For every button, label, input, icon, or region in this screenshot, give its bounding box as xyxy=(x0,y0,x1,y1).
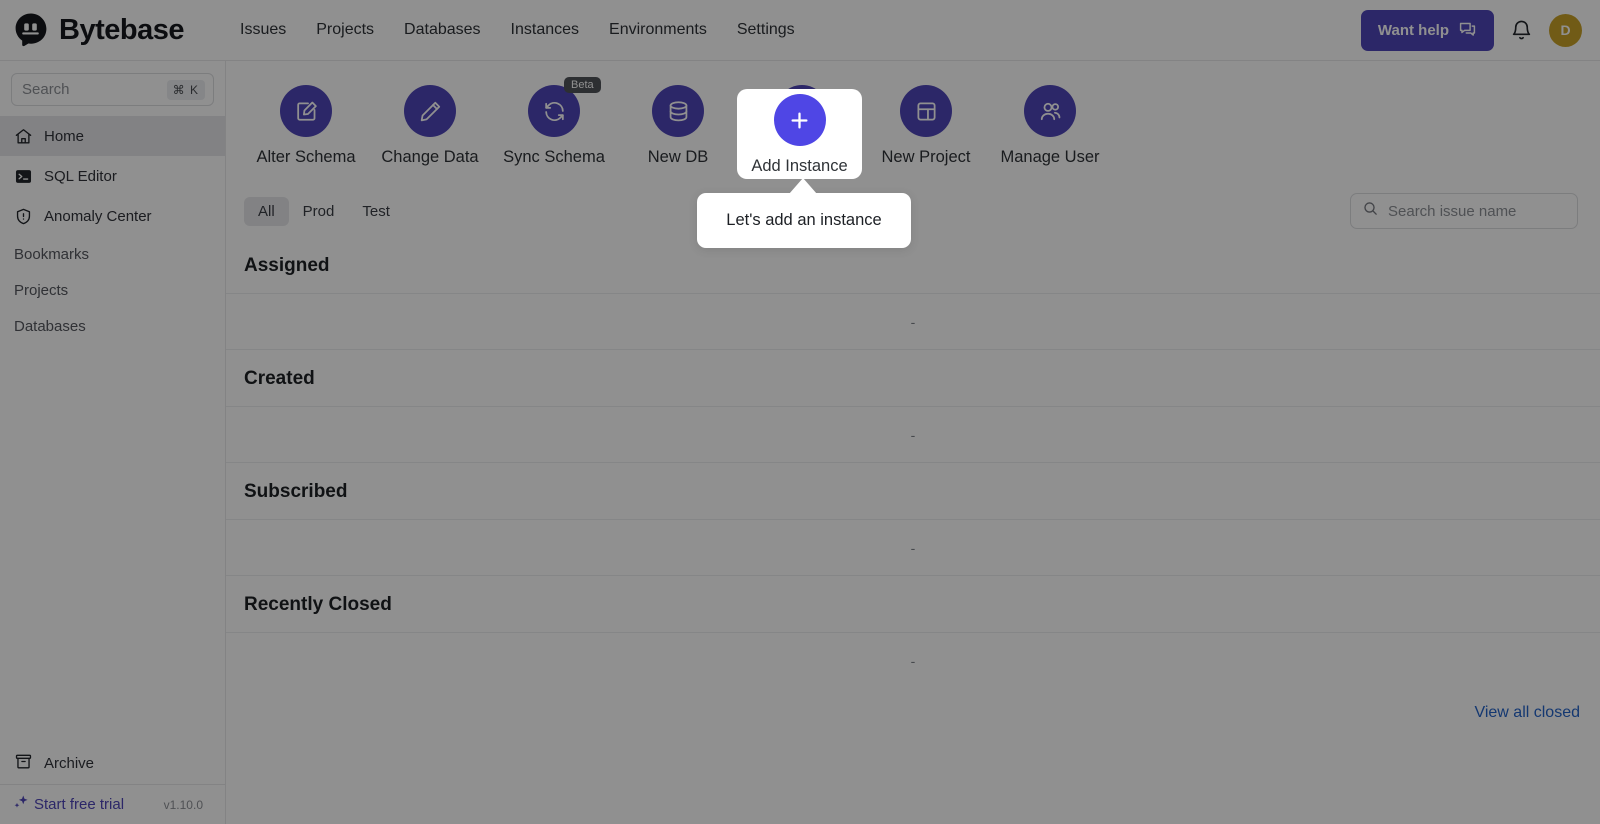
tour-tooltip-text: Let's add an instance xyxy=(726,211,882,229)
plus-icon xyxy=(773,94,826,146)
app-root: Bytebase Issues Projects Databases Insta… xyxy=(0,0,1600,824)
tour-tooltip-arrow xyxy=(789,178,817,194)
tour-highlight-label: Add Instance xyxy=(751,157,848,175)
tour-highlight-add-instance[interactable]: Add Instance xyxy=(737,89,862,179)
tour-tooltip[interactable]: Let's add an instance xyxy=(697,193,911,248)
